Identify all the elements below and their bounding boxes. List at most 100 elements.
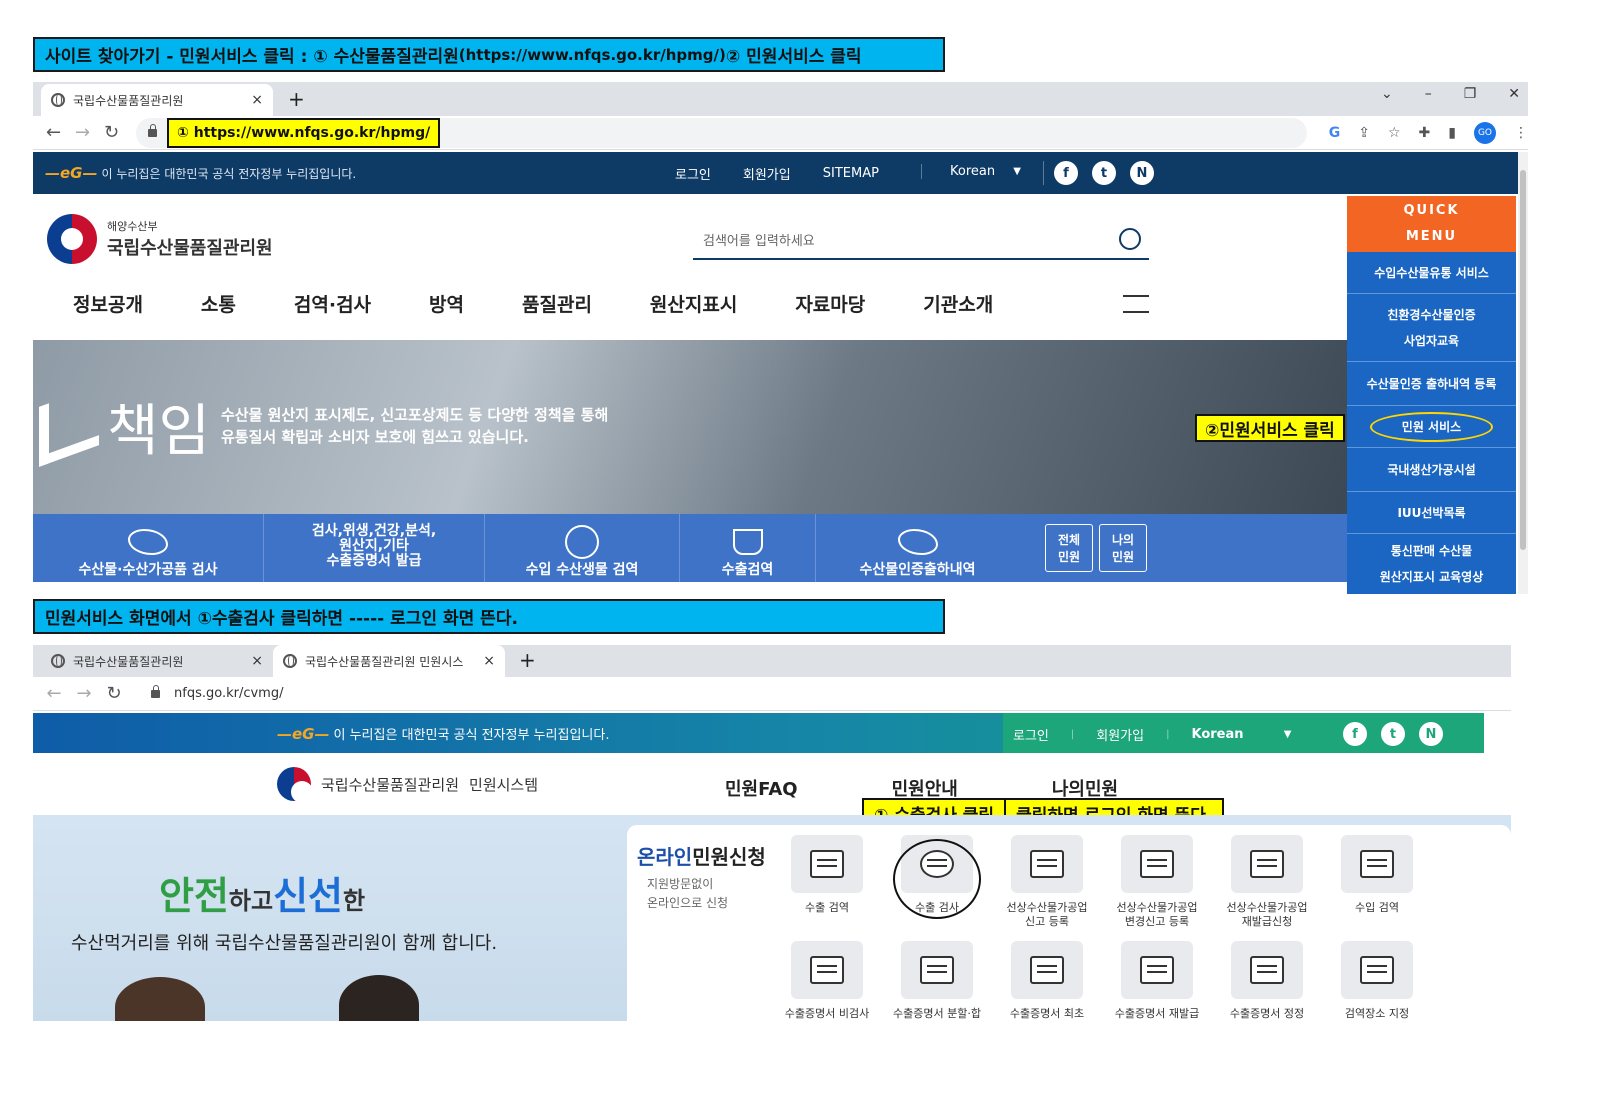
menu-data[interactable]: 자료마당 (795, 290, 865, 317)
panel-title: 온라인 민원신청 (637, 845, 766, 869)
quick-menu-title: QUICK MENU (1347, 196, 1516, 252)
hamburger-icon[interactable] (1123, 294, 1149, 313)
svc-export-inspection[interactable]: 수출 검사 (887, 835, 987, 919)
add-monitor-icon (920, 956, 954, 984)
all-civil-button[interactable]: 전체 민원 (1045, 524, 1093, 572)
shortcut-export-quarantine[interactable]: 수출검역 (680, 514, 816, 582)
fish-circle-icon (565, 525, 599, 559)
signup-link[interactable]: 회원가입 (743, 164, 791, 183)
menu-faq[interactable]: 민원FAQ (725, 775, 798, 801)
site1-shortcuts: 수산물·수산가공품 검사 검사,위생,건강,분석, 원산지,기타 수출증명서 발… (33, 514, 1348, 582)
page-scrollbar[interactable] (1518, 152, 1528, 594)
svc-vessel-reissue[interactable]: 선상수산물가공업 재발급신청 (1217, 835, 1317, 929)
svc-cert-reissue[interactable]: 수출증명서 재발급 (1107, 941, 1207, 1021)
document-icon (1250, 850, 1284, 878)
login-link[interactable]: 로그인 (675, 164, 711, 183)
menu-quarantine[interactable]: 방역 (429, 290, 464, 317)
instruction-banner-top: 사이트 찾아가기 - 민원서비스 클릭 : ① 수산물품질관리원 (https:… (33, 37, 945, 72)
svc-cert-split[interactable]: 수출증명서 분할·합 (887, 941, 987, 1021)
chevron-down-icon: ▼ (1013, 166, 1021, 177)
new-tab-button[interactable]: + (519, 648, 536, 672)
minimize-icon[interactable]: – (1425, 86, 1432, 102)
menu-about[interactable]: 기관소개 (923, 290, 993, 317)
shortcut-cert-shipment[interactable]: 수산물인증출하내역 (816, 514, 1019, 582)
back-icon[interactable]: ← (39, 683, 69, 704)
site1-gnb: 정보공개 소통 검역·검사 방역 품질관리 원산지표시 자료마당 기관소개 (73, 290, 1149, 317)
menu-origin[interactable]: 원산지표시 (650, 290, 737, 317)
close-tab-icon[interactable]: × (251, 653, 263, 669)
share-icon[interactable]: ⇪ (1358, 125, 1370, 141)
language-select[interactable]: Korean ▼ (921, 164, 1021, 179)
twitter-icon[interactable]: t (1092, 161, 1116, 185)
language-select[interactable]: Korean ▼ (1191, 727, 1291, 742)
twitter-icon[interactable]: t (1381, 722, 1405, 746)
facebook-icon[interactable]: f (1054, 161, 1078, 185)
quick-online-sales-video[interactable]: 통신판매 수산물 원산지표시 교육영상 (1347, 534, 1516, 594)
site2-gov-bar: —eG— 이 누리집은 대한민국 공식 전자정부 누리집입니다. 로그인 | 회… (33, 713, 1484, 753)
search-icon[interactable] (1119, 228, 1141, 250)
menu-inspect[interactable]: 검역·검사 (294, 290, 371, 317)
instruction-banner-mid: 민원서비스 화면에서 ①수출검사 클릭하면 ----- 로그인 화면 뜬다. (33, 599, 945, 634)
login-link[interactable]: 로그인 (1013, 725, 1049, 744)
forward-icon[interactable]: → (69, 683, 99, 704)
shortcut-product-inspect[interactable]: 수산물·수산가공품 검사 (33, 514, 264, 582)
quick-iuu-list[interactable]: IUU선박목록 (1347, 492, 1516, 534)
new-tab-button[interactable]: + (288, 87, 305, 111)
menu-info[interactable]: 정보공개 (73, 290, 143, 317)
svc-cert-first[interactable]: 수출증명서 최초 (997, 941, 1097, 1021)
tab-search-icon[interactable]: ⌄ (1381, 86, 1393, 102)
close-tab-icon[interactable]: × (483, 653, 495, 669)
signup-link[interactable]: 회원가입 (1096, 725, 1144, 744)
shortcut-import-quarantine[interactable]: 수입 수산생물 검역 (485, 514, 680, 582)
mid-banner-text: 민원서비스 화면에서 ①수출검사 클릭하면 ----- 로그인 화면 뜬다. (45, 609, 518, 629)
svc-vessel-change[interactable]: 선상수산물가공업 변경신고 등록 (1107, 835, 1207, 929)
menu-quality[interactable]: 품질관리 (522, 290, 592, 317)
address-text: nfqs.go.kr/cvmg/ (174, 686, 284, 701)
svc-import-quarantine[interactable]: 수입 검역 (1327, 835, 1427, 915)
site1-logo[interactable]: 해양수산부 국립수산물품질관리원 (47, 214, 273, 264)
browser1-tab[interactable]: 국립수산물품질관리원 × (41, 84, 273, 116)
more-menu-icon[interactable]: ⋮ (1514, 125, 1528, 141)
browser2-tab2[interactable]: 국립수산물품질관리원 민원시스 × (273, 645, 505, 677)
svc-cert-noninspect[interactable]: 수출증명서 비검사 (777, 941, 877, 1021)
reload-icon[interactable]: ↻ (99, 683, 129, 704)
sitemap-link[interactable]: SITEMAP (823, 166, 879, 181)
menu-comm[interactable]: 소통 (201, 290, 236, 317)
gavel-icon (39, 385, 99, 467)
close-tab-icon[interactable]: × (251, 92, 263, 108)
my-civil-button[interactable]: 나의 민원 (1099, 524, 1147, 572)
ship-icon (1360, 850, 1394, 878)
reload-icon[interactable]: ↻ (97, 122, 126, 143)
sidepanel-icon[interactable]: ▮ (1448, 125, 1456, 141)
close-window-icon[interactable]: ✕ (1508, 86, 1520, 102)
quick-domestic-facility[interactable]: 국내생산가공시설 (1347, 448, 1516, 492)
omnibox[interactable]: ① https://www.nfqs.go.kr/hpmg/ (136, 117, 1307, 148)
edit-doc-icon (1250, 956, 1284, 984)
svc-vessel-register[interactable]: 선상수산물가공업 신고 등록 (997, 835, 1097, 929)
svc-export-quarantine[interactable]: 수출 검역 (777, 835, 877, 915)
naver-icon[interactable]: N (1130, 161, 1154, 185)
forward-icon[interactable]: → (68, 122, 97, 143)
restore-icon[interactable]: ❐ (1464, 86, 1477, 102)
browser2-addressbar: ← → ↻ nfqs.go.kr/cvmg/ (33, 677, 1511, 711)
browser2-tab1[interactable]: 국립수산물품질관리원 × (41, 645, 273, 677)
shortcut-export-cert[interactable]: 검사,위생,건강,분석, 원산지,기타 수출증명서 발급 (264, 514, 485, 582)
site1-search[interactable]: 검색어를 입력하세요 (693, 220, 1149, 260)
svc-quarantine-place[interactable]: 검역장소 지정 (1327, 941, 1427, 1021)
google-icon[interactable]: G (1329, 125, 1341, 141)
bookmark-icon[interactable]: ☆ (1388, 125, 1401, 141)
svc-cert-correct[interactable]: 수출증명서 정정 (1217, 941, 1317, 1021)
quick-eco-education[interactable]: 친환경수산물인증 사업자교육 (1347, 294, 1516, 362)
quick-cert-register[interactable]: 수산물인증 출하내역 등록 (1347, 362, 1516, 406)
search-input[interactable]: 검색어를 입력하세요 (693, 230, 1119, 249)
quick-import-distribution[interactable]: 수입수산물유통 서비스 (1347, 252, 1516, 294)
quick-civil-service[interactable]: 민원 서비스 (1347, 406, 1516, 448)
omnibox[interactable]: nfqs.go.kr/cvmg/ (139, 678, 1509, 709)
extensions-icon[interactable]: ✚ (1419, 125, 1431, 141)
facebook-icon[interactable]: f (1343, 722, 1367, 746)
site2-logo[interactable]: 국립수산물품질관리원 민원시스템 (277, 767, 538, 803)
egov-logo-icon: —eG— (45, 164, 98, 182)
profile-avatar[interactable]: GO (1473, 121, 1496, 144)
naver-icon[interactable]: N (1419, 722, 1443, 746)
back-icon[interactable]: ← (39, 122, 68, 143)
